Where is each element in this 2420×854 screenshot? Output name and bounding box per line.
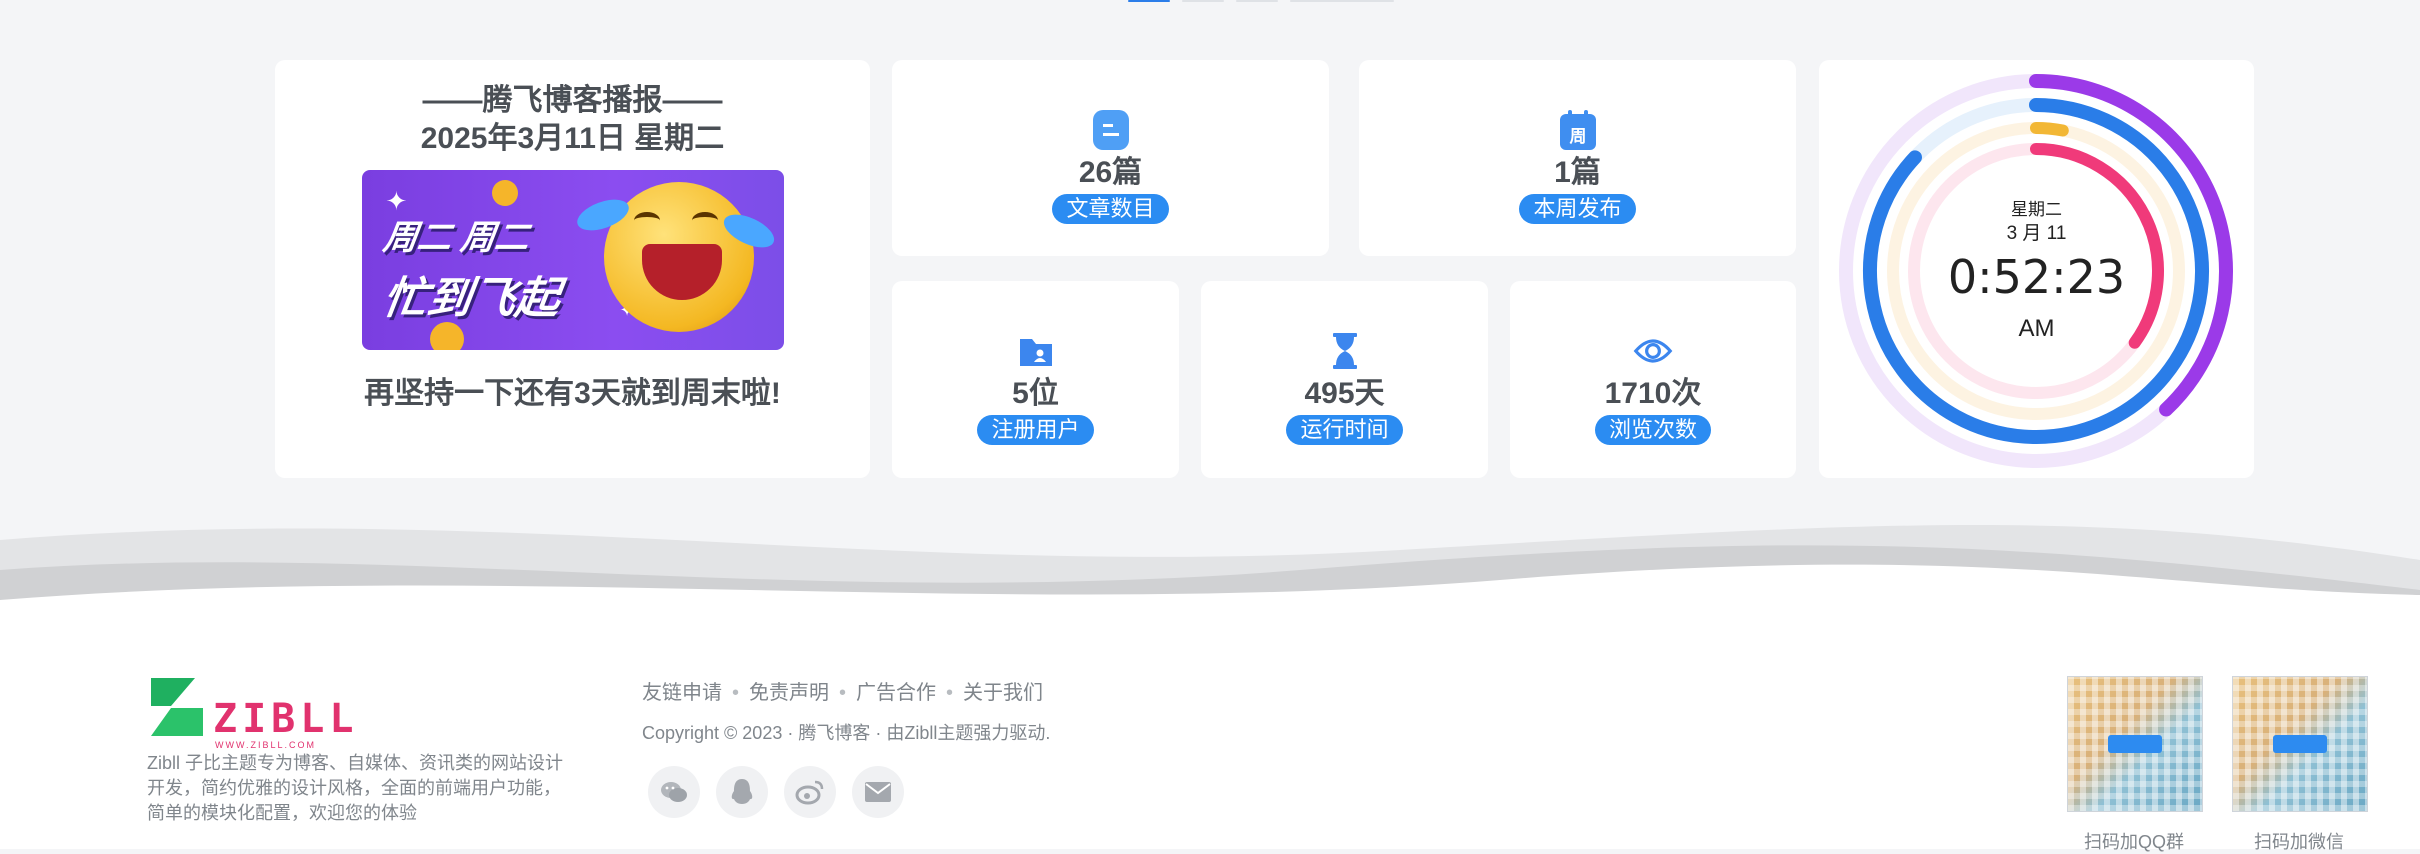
stat-card-week[interactable]: 周 1篇 本周发布: [1359, 60, 1796, 256]
posts-count: 26篇: [1078, 156, 1143, 189]
clock-weekday: 星期二: [2011, 200, 2062, 219]
qq-button[interactable]: [716, 766, 768, 818]
eye-icon: [1633, 331, 1673, 371]
calendar-icon-text: 周: [1569, 127, 1586, 147]
mini-emoji-icon: [491, 180, 518, 206]
mini-emoji-icon: [429, 322, 464, 350]
link-about-us[interactable]: 关于我们: [963, 682, 1043, 704]
users-label: 注册用户: [977, 415, 1094, 445]
link-separator: •: [839, 682, 847, 704]
link-separator: •: [732, 682, 740, 704]
views-label: 浏览次数: [1594, 415, 1711, 445]
qq-group-qr-code: [2067, 676, 2203, 812]
posts-label: 文章数目: [1052, 194, 1169, 224]
stat-card-posts[interactable]: 26篇 文章数目: [892, 60, 1329, 256]
clock-card: 星期二 3 月 11 0:52:23 AM: [1819, 60, 2254, 478]
clock-time: 0:52:23: [1947, 250, 2126, 304]
link-friend-apply[interactable]: 友链申请: [642, 682, 722, 704]
carousel-dot-active[interactable]: [1128, 0, 1170, 2]
carousel-dot[interactable]: [1182, 0, 1224, 2]
daily-title: ——腾飞博客播报——: [422, 84, 723, 117]
carousel-indicator: [1128, 0, 1394, 2]
social-links: [648, 766, 904, 818]
zibll-logo-icon: [151, 678, 203, 736]
footer-links: 友链申请 • 免责声明 • 广告合作 • 关于我们: [642, 676, 1043, 705]
wechat-icon: [661, 782, 687, 802]
views-count: 1710次: [1604, 377, 1702, 410]
uptime-count: 495天: [1304, 377, 1385, 410]
crying-emoji-icon: [572, 182, 779, 332]
link-ad-cooperation[interactable]: 广告合作: [856, 682, 936, 704]
logo-url: WWW.ZIBLL.COM: [215, 740, 316, 750]
qq-icon: [731, 779, 753, 804]
mail-icon: [865, 782, 891, 802]
stat-card-views[interactable]: 1710次 浏览次数: [1510, 281, 1796, 478]
site-footer: ZIBLL WWW.ZIBLL.COM Zibll 子比主题专为博客、自媒体、资…: [0, 616, 2420, 852]
clock-ampm: AM: [2018, 315, 2055, 342]
carousel-dot[interactable]: [1236, 0, 1278, 2]
wechat-qr-caption: 扫码加微信: [2254, 832, 2344, 852]
daily-countdown: 再坚持一下还有3天就到周末啦!: [364, 377, 781, 410]
weibo-icon: [795, 780, 824, 805]
banner-text-line2: 忙到飞起: [379, 274, 563, 323]
zibll-logo[interactable]: ZIBLL WWW.ZIBLL.COM: [147, 676, 353, 750]
logo-wordmark: ZIBLL: [213, 696, 359, 742]
daily-broadcast-card: ——腾飞博客播报—— 2025年3月11日 星期二 ✦ ✦ 周二 周二 忙到飞起…: [275, 60, 870, 478]
banner-text-line1: 周二 周二: [380, 219, 532, 257]
week-label: 本周发布: [1519, 194, 1636, 224]
wechat-qr-code: [2232, 676, 2368, 812]
footer-about: Zibll 子比主题专为博客、自媒体、资讯类的网站设计开发，简约优雅的设计风格，…: [147, 753, 564, 823]
wave-divider: [0, 525, 2420, 620]
uptime-label: 运行时间: [1286, 415, 1403, 445]
clock-date: 3 月 11: [2006, 223, 2067, 244]
hours-ring: [2030, 122, 2069, 137]
link-disclaimer[interactable]: 免责声明: [749, 682, 829, 704]
users-count: 5位: [1012, 377, 1059, 410]
weibo-button[interactable]: [784, 766, 836, 818]
user-folder-icon: [1016, 331, 1056, 371]
qr-center-logo: [2108, 735, 2162, 753]
calendar-week-icon: 周: [1558, 110, 1598, 150]
qq-qr-caption: 扫码加QQ群: [2083, 832, 2184, 852]
hourglass-icon: [1325, 331, 1365, 371]
qr-center-logo: [2273, 735, 2327, 753]
daily-date: 2025年3月11日 星期二: [420, 122, 725, 155]
mail-button[interactable]: [852, 766, 904, 818]
carousel-dot[interactable]: [1290, 0, 1394, 2]
wechat-button[interactable]: [648, 766, 700, 818]
week-count: 1篇: [1554, 156, 1601, 189]
stat-card-users[interactable]: 5位 注册用户: [892, 281, 1179, 478]
stat-card-uptime[interactable]: 495天 运行时间: [1201, 281, 1488, 478]
link-separator: •: [946, 682, 954, 704]
copyright-text: Copyright © 2023 · 腾飞博客 · 由Zibll主题强力驱动.: [642, 723, 1051, 743]
daily-banner-image: ✦ ✦ 周二 周二 忙到飞起: [361, 170, 784, 350]
document-icon: [1091, 110, 1131, 150]
